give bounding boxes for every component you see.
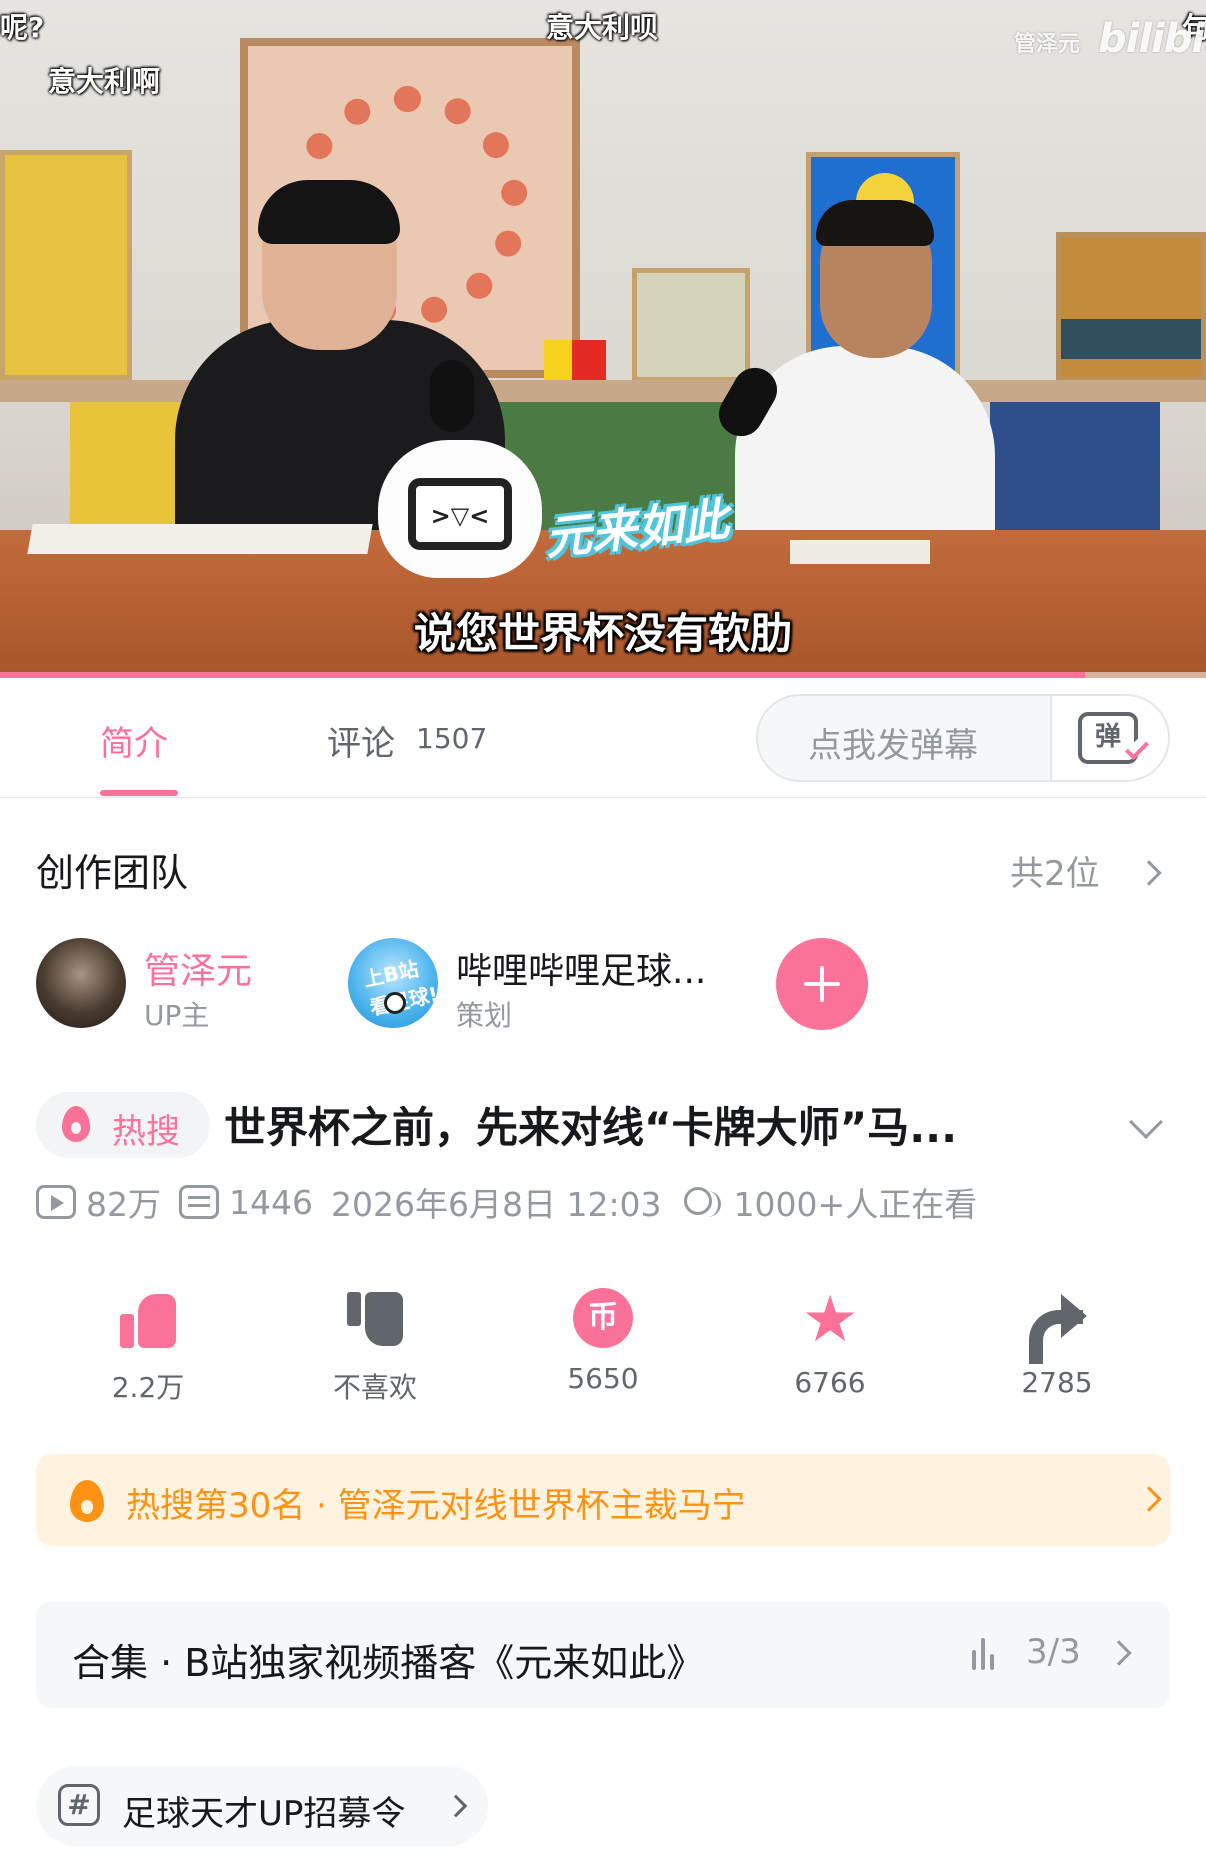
- viewers-icon: [680, 1185, 724, 1219]
- view-count: 82万: [86, 1185, 161, 1224]
- chevron-right-icon: [1136, 860, 1162, 886]
- hashtag-icon: #: [58, 1784, 100, 1826]
- collection-row[interactable]: 合集 · B站独家视频播客《元来如此》 3/3: [36, 1602, 1170, 1708]
- share-arrow-icon: [1025, 1288, 1089, 1352]
- active-tab-indicator: [100, 790, 178, 796]
- chevron-right-icon: [444, 1794, 468, 1818]
- team-count-link[interactable]: 共2位: [1010, 846, 1100, 895]
- danmaku-input-placeholder: 点我发弹幕: [808, 726, 978, 766]
- background-painting-right: [1056, 232, 1206, 382]
- collection-title: 合集 · B站独家视频播客《元来如此》: [72, 1641, 705, 1685]
- chevron-right-icon: [1106, 1640, 1132, 1666]
- topic-label: 足球天才UP招募令: [122, 1794, 406, 1834]
- chevron-right-icon: [1136, 1486, 1162, 1512]
- dislike-button[interactable]: 不喜欢: [305, 1288, 445, 1406]
- tab-bar: 简介 评论 1507 点我发弹幕 弹: [0, 678, 1206, 798]
- collection-progress: 3/3: [1026, 1632, 1081, 1672]
- team-section-title: 创作团队: [36, 851, 189, 895]
- flame-icon: [70, 1480, 104, 1522]
- shelf: [0, 380, 1206, 402]
- referee-cards: [544, 340, 606, 384]
- danmaku-comment: 呢?: [0, 11, 45, 44]
- like-button[interactable]: 2.2万: [78, 1288, 218, 1406]
- soccer-ball-icon: [384, 992, 406, 1014]
- star-icon: ★: [801, 1283, 859, 1357]
- coin-button[interactable]: 币 5650: [533, 1288, 673, 1395]
- share-count: 2785: [1021, 1366, 1093, 1399]
- favorite-count: 6766: [794, 1366, 866, 1399]
- hot-search-text: 热搜第30名 · 管泽元对线世界杯主裁马宁: [126, 1486, 746, 1526]
- danmaku-toggle-button[interactable]: 弹: [1050, 696, 1168, 780]
- video-subtitle: 说您世界杯没有软肋: [413, 609, 792, 658]
- tv-mascot-plush: >▽<: [378, 440, 542, 578]
- hot-search-banner[interactable]: 热搜第30名 · 管泽元对线世界杯主裁马宁: [36, 1454, 1170, 1546]
- microphone: [430, 360, 474, 432]
- hot-search-tag[interactable]: 热搜: [36, 1092, 210, 1158]
- video-title: 世界杯之前，先来对线“卡牌大师”马...: [224, 1103, 958, 1152]
- watching-count: 1000+人正在看: [733, 1185, 978, 1224]
- share-button[interactable]: 2785: [987, 1288, 1127, 1399]
- audio-bars-icon: [972, 1638, 1004, 1670]
- danmaku-count: 1446: [229, 1182, 313, 1222]
- member-name[interactable]: 哔哩哔哩足球...: [456, 942, 706, 994]
- comments-count: 1507: [416, 722, 488, 755]
- danmaku-comment: 意大利啊: [48, 65, 161, 98]
- avatar[interactable]: 上B站看足球!: [348, 938, 438, 1028]
- publish-date: 2026年6月8日 12:03: [330, 1185, 662, 1224]
- danmaku-input[interactable]: 点我发弹幕 弹: [756, 694, 1170, 782]
- dislike-label: 不喜欢: [332, 1371, 417, 1404]
- avatar[interactable]: [36, 938, 126, 1028]
- coin-icon: 币: [573, 1288, 633, 1348]
- video-player[interactable]: NENE >▽< 元来如此 呢? 意大利呗 意大利啊 句 管泽元 bilibil…: [0, 0, 1206, 678]
- favorite-button[interactable]: ★ 6766: [760, 1288, 900, 1399]
- bilibili-logo: bilibili: [1098, 16, 1206, 62]
- background-painting-smiley: [0, 150, 132, 380]
- tab-comments[interactable]: 评论: [327, 716, 395, 765]
- coin-count: 5650: [567, 1362, 639, 1395]
- like-count: 2.2万: [111, 1371, 185, 1404]
- play-count-icon: [36, 1185, 76, 1219]
- follow-button[interactable]: [776, 938, 868, 1030]
- background-painting-small: [632, 268, 750, 382]
- flame-icon: [62, 1106, 90, 1142]
- thumbs-down-icon: [343, 1288, 407, 1352]
- danmaku-count-icon: [179, 1185, 219, 1219]
- member-role: UP主: [144, 999, 210, 1032]
- tab-intro[interactable]: 简介: [100, 716, 168, 765]
- expand-chevron-icon[interactable]: [1129, 1105, 1163, 1139]
- danmaku-comment: 意大利呗: [546, 11, 659, 44]
- watermark-username: 管泽元: [1014, 32, 1081, 57]
- member-name[interactable]: 管泽元: [144, 942, 252, 994]
- member-role: 策划: [456, 999, 513, 1032]
- topic-chip[interactable]: # 足球天才UP招募令: [36, 1766, 488, 1846]
- thumbs-up-icon: [116, 1288, 180, 1352]
- video-stats: 82万 1446 2026年6月8日 12:03 1000+人正在看: [36, 1180, 995, 1224]
